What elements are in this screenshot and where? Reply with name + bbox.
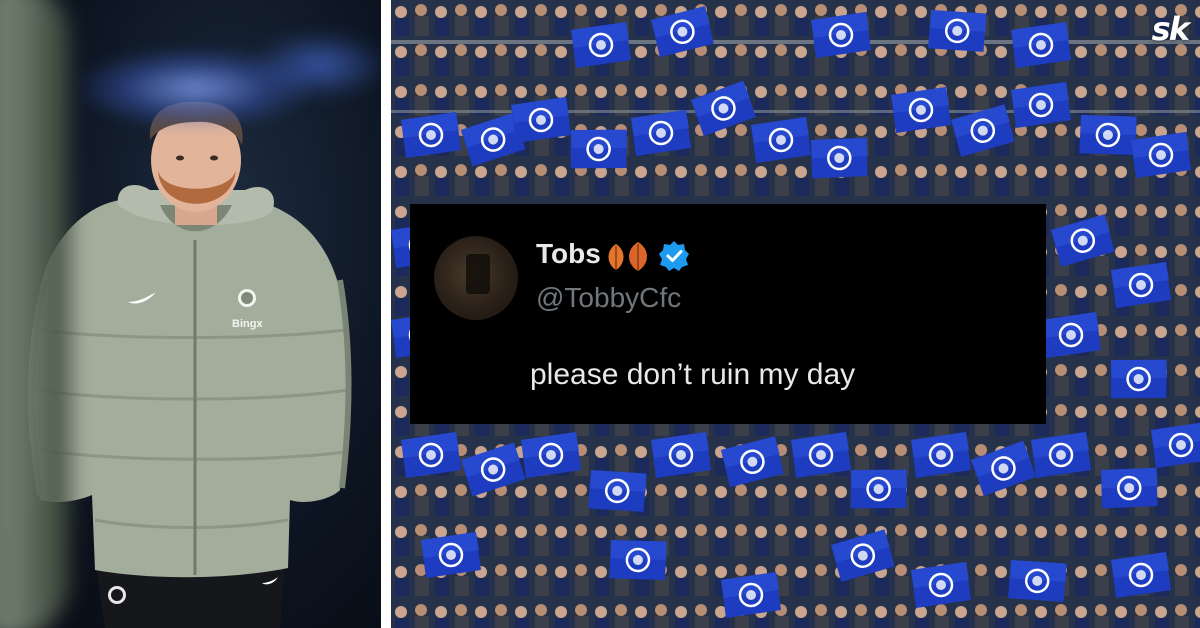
user-avatar — [434, 236, 518, 320]
left-photo-manager: Bingx — [0, 0, 381, 628]
sportskeeda-logo: sk — [1151, 10, 1190, 48]
stadium-light — [250, 30, 381, 100]
tweet-handle: @TobbyCfc — [536, 282, 682, 313]
blurred-foreground-person — [0, 0, 70, 628]
leaf-emoji-icon — [608, 242, 647, 271]
tweet-display-name: Tobs — [536, 238, 601, 269]
tweet-text: please don’t ruin my day — [530, 358, 856, 391]
jacket-sponsor-text: Bingx — [232, 318, 263, 330]
tweet-card: Tobs @TobbyCfc please don’t ruin my day — [410, 204, 1046, 424]
verified-badge-icon — [659, 241, 689, 271]
